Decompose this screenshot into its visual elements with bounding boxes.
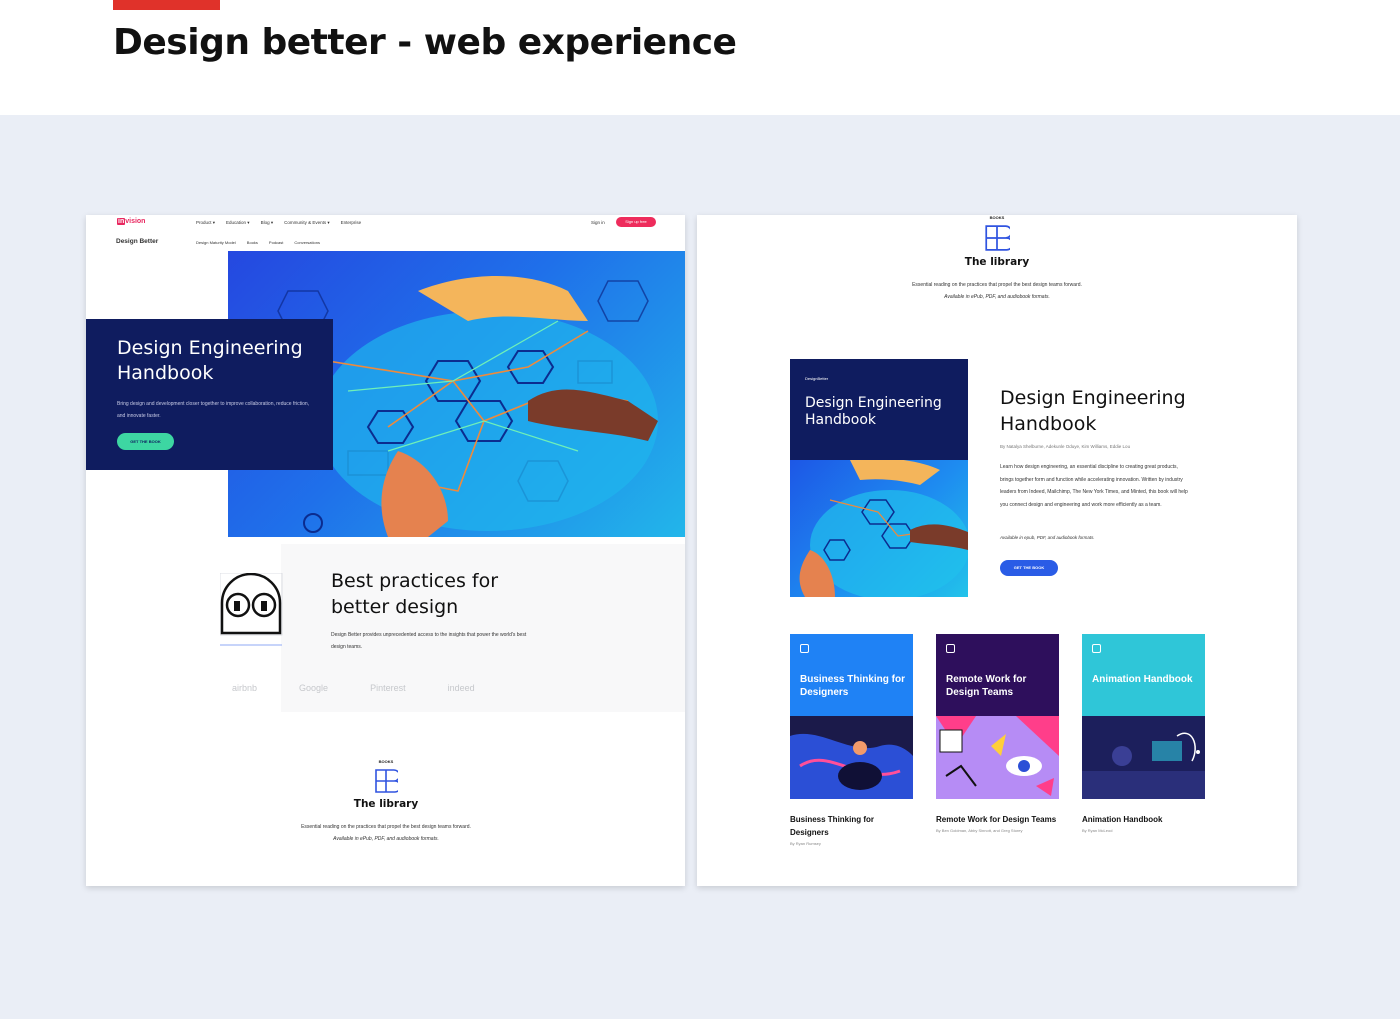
nav-item-community[interactable]: Community & Events ▾ <box>284 220 330 226</box>
owl-logo-icon <box>220 573 283 646</box>
designbetter-icon <box>1092 644 1101 653</box>
library-section: BOOKS The library Essential reading on t… <box>236 759 536 842</box>
book-title[interactable]: Animation Handbook <box>1082 813 1205 826</box>
nav-links: Product ▾ Education ▾ Blog ▾ Community &… <box>196 220 361 226</box>
book-icon <box>985 225 1010 251</box>
nav-item-product[interactable]: Product ▾ <box>196 220 215 226</box>
library-description: Essential reading on the practices that … <box>301 824 471 830</box>
airbnb-logo: airbnb <box>232 683 258 693</box>
subnav-item-books[interactable]: Books <box>247 240 258 245</box>
cover-brand: DesignBetter <box>805 376 829 381</box>
book-cover-name: Business Thinking for Designers <box>800 674 906 698</box>
showcase-stage: invision Product ▾ Education ▾ Blog ▾ Co… <box>0 115 1400 1019</box>
book-author: By Ryan McLeod <box>1082 828 1113 833</box>
library-eyebrow: BOOKS <box>989 215 1005 220</box>
best-practices-title: Best practices for better design <box>331 570 499 618</box>
nav-item-blog[interactable]: Blog ▾ <box>261 220 274 226</box>
book-cover-illustration <box>936 716 1059 799</box>
client-logos: airbnb Google Pinterest indeed <box>232 683 475 693</box>
get-the-book-button[interactable]: GET THE BOOK <box>1000 560 1058 576</box>
invision-logo[interactable]: invision <box>117 218 145 225</box>
library-eyebrow: BOOKS <box>378 759 394 764</box>
book-icon <box>375 769 398 793</box>
designbetter-icon <box>946 644 955 653</box>
accent-bar <box>113 0 220 10</box>
book-cover-header: Remote Work for Design Teams <box>936 634 1059 716</box>
featured-book-description: Learn how design engineering, an essenti… <box>1000 464 1188 508</box>
book-title[interactable]: Business Thinking for Designers <box>790 813 913 839</box>
book-author: By Ryan Rumsey <box>790 841 821 846</box>
library-screenshot: BOOKS The library Essential reading on t… <box>697 215 1297 886</box>
library-header: BOOKS The library Essential reading on t… <box>847 215 1147 300</box>
book-cover[interactable]: Animation Handbook <box>1082 634 1205 799</box>
hero-description: Bring design and development closer toge… <box>117 401 310 419</box>
subnav-item-maturity[interactable]: Design Maturity Model <box>196 240 236 245</box>
book-card[interactable]: Remote Work for Design Teams Remote Work… <box>936 634 1059 833</box>
hero-card: Design Engineering Handbook Bring design… <box>86 319 333 470</box>
book-card[interactable]: Animation Handbook Animation Handbook By… <box>1082 634 1205 833</box>
library-description: Essential reading on the practices that … <box>912 282 1082 288</box>
google-logo: Google <box>299 683 329 693</box>
book-cover-header: Business Thinking for Designers <box>790 634 913 716</box>
hero-title: Design Engineering Handbook <box>117 337 303 384</box>
book-cover-name: Remote Work for Design Teams <box>946 674 1027 698</box>
get-the-book-button[interactable]: GET THE BOOK <box>117 433 174 450</box>
book-cover-illustration <box>790 716 913 799</box>
brand-name[interactable]: Design Better <box>116 238 158 245</box>
subnav-item-conversations[interactable]: Conversations <box>294 240 320 245</box>
featured-book-authors: By Natalya Shelburne, Adekunle Oduye, Ki… <box>1000 444 1131 449</box>
book-title[interactable]: Remote Work for Design Teams <box>936 813 1059 826</box>
indeed-logo: indeed <box>447 683 475 693</box>
nav-item-education[interactable]: Education ▾ <box>226 220 250 226</box>
sub-nav: Design Maturity Model Books Podcast Conv… <box>196 240 320 245</box>
top-nav: invision Product ▾ Education ▾ Blog ▾ Co… <box>86 215 685 251</box>
subnav-item-podcast[interactable]: Podcast <box>269 240 283 245</box>
designbetter-icon <box>800 644 809 653</box>
library-title: The library <box>964 256 1030 268</box>
book-cover[interactable]: Business Thinking for Designers <box>790 634 913 799</box>
sign-up-button[interactable]: Sign up free <box>616 217 656 227</box>
book-author: By Ben Goldman, Abby Sinnott, and Greg S… <box>936 828 1023 833</box>
page-title: Design better - web experience <box>113 22 737 63</box>
book-cover-header: Animation Handbook <box>1082 634 1205 716</box>
featured-book-cover[interactable]: DesignBetter Design Engineering Handbook <box>790 359 968 597</box>
best-practices-description: Design Better provides unprecedented acc… <box>331 632 527 650</box>
book-cover[interactable]: Remote Work for Design Teams <box>936 634 1059 799</box>
book-cover-name: Animation Handbook <box>1092 674 1193 685</box>
sign-in-link[interactable]: Sign in <box>591 220 605 225</box>
pinterest-logo: Pinterest <box>370 683 406 693</box>
cover-title: Design Engineering Handbook <box>805 395 942 428</box>
library-title: The library <box>353 798 419 810</box>
book-card[interactable]: Business Thinking for Designers Business… <box>790 634 913 846</box>
library-availability: Available in ePub, PDF, and audiobook fo… <box>944 294 1050 300</box>
featured-book-title: Design Engineering Handbook <box>1000 387 1186 435</box>
book-cover-illustration <box>1082 716 1205 799</box>
nav-item-enterprise[interactable]: Enterprise <box>341 220 362 226</box>
homepage-screenshot: invision Product ▾ Education ▾ Blog ▾ Co… <box>86 215 685 886</box>
featured-book-availability: Available in epub, PDF, and audiobook fo… <box>1000 535 1095 540</box>
library-availability: Available in ePub, PDF, and audiobook fo… <box>333 836 439 842</box>
cover-illustration <box>790 458 968 597</box>
